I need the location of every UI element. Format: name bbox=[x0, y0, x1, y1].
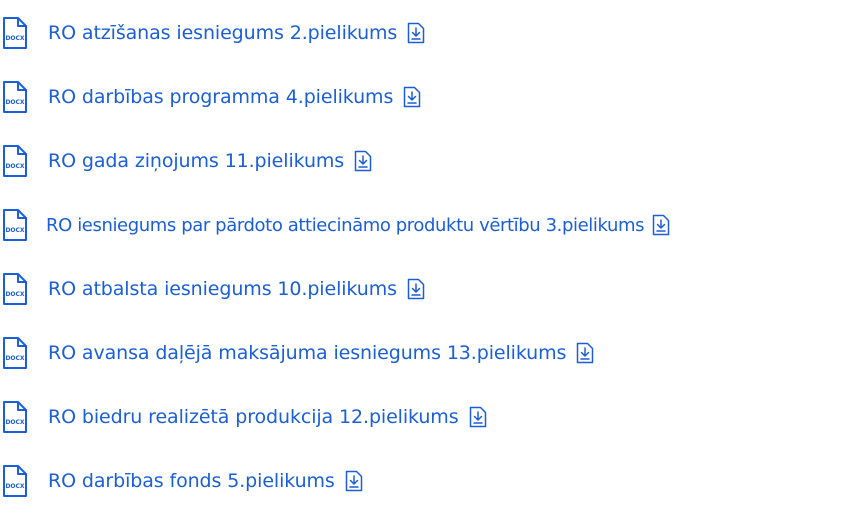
file-row: DOCX RO gada ziņojums 11.pielikums bbox=[0, 144, 372, 178]
file-download-link[interactable]: RO biedru realizētā produkcija 12.pielik… bbox=[48, 406, 459, 428]
file-download-link[interactable]: RO avansa daļējā maksājuma iesniegums 13… bbox=[48, 342, 566, 364]
docx-file-icon: DOCX bbox=[0, 208, 30, 242]
file-download-link[interactable]: RO darbības fonds 5.pielikums bbox=[48, 470, 335, 492]
docx-file-icon: DOCX bbox=[0, 400, 30, 434]
file-type-badge: DOCX bbox=[5, 227, 24, 234]
file-type-badge: DOCX bbox=[5, 483, 24, 490]
file-row: DOCX RO darbības fonds 5.pielikums bbox=[0, 464, 363, 498]
download-icon[interactable] bbox=[354, 150, 372, 172]
docx-file-icon: DOCX bbox=[0, 464, 30, 498]
download-icon[interactable] bbox=[469, 406, 487, 428]
file-row: DOCX RO atbalsta iesniegums 10.pielikums bbox=[0, 272, 425, 306]
file-row: DOCX RO darbības programma 4.pielikums bbox=[0, 80, 421, 114]
file-download-link[interactable]: RO iesniegums par pārdoto attiecināmo pr… bbox=[46, 215, 644, 236]
file-type-badge: DOCX bbox=[5, 291, 24, 298]
file-row: DOCX RO iesniegums par pārdoto attiecinā… bbox=[0, 208, 670, 242]
file-row: DOCX RO atzīšanas iesniegums 2.pielikums bbox=[0, 16, 425, 50]
download-icon[interactable] bbox=[407, 22, 425, 44]
download-icon[interactable] bbox=[576, 342, 594, 364]
download-icon[interactable] bbox=[407, 278, 425, 300]
file-download-link[interactable]: RO darbības programma 4.pielikums bbox=[48, 86, 393, 108]
download-icon[interactable] bbox=[403, 86, 421, 108]
file-download-link[interactable]: RO atzīšanas iesniegums 2.pielikums bbox=[48, 22, 397, 44]
file-type-badge: DOCX bbox=[5, 99, 24, 106]
docx-file-icon: DOCX bbox=[0, 16, 30, 50]
docx-file-icon: DOCX bbox=[0, 272, 30, 306]
file-row: DOCX RO avansa daļējā maksājuma iesniegu… bbox=[0, 336, 594, 370]
file-type-badge: DOCX bbox=[5, 163, 24, 170]
file-download-link[interactable]: RO atbalsta iesniegums 10.pielikums bbox=[48, 278, 397, 300]
download-icon[interactable] bbox=[652, 214, 670, 236]
file-download-link[interactable]: RO gada ziņojums 11.pielikums bbox=[48, 150, 344, 172]
docx-file-icon: DOCX bbox=[0, 336, 30, 370]
file-type-badge: DOCX bbox=[5, 355, 24, 362]
file-row: DOCX RO biedru realizētā produkcija 12.p… bbox=[0, 400, 487, 434]
docx-file-icon: DOCX bbox=[0, 80, 30, 114]
file-type-badge: DOCX bbox=[5, 35, 24, 42]
download-icon[interactable] bbox=[345, 470, 363, 492]
docx-file-icon: DOCX bbox=[0, 144, 30, 178]
file-type-badge: DOCX bbox=[5, 419, 24, 426]
